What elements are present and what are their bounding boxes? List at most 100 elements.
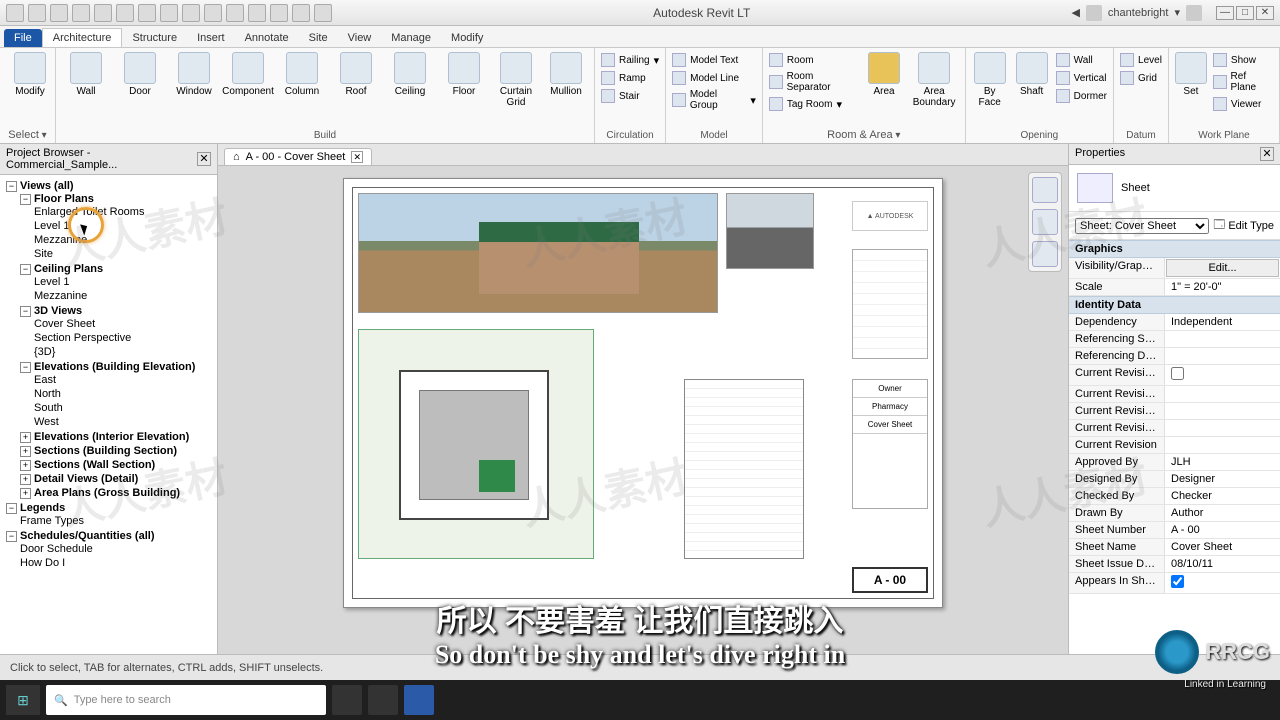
opening-vertical-button[interactable]: Vertical bbox=[1056, 70, 1107, 86]
viewer-button[interactable]: Viewer bbox=[1213, 96, 1273, 112]
tree-sections-wall[interactable]: +Sections (Wall Section) bbox=[20, 458, 215, 472]
qat-dimension-icon[interactable] bbox=[160, 4, 178, 22]
menu-view[interactable]: View bbox=[338, 29, 382, 47]
window-button[interactable]: Window bbox=[170, 52, 218, 97]
mullion-button[interactable]: Mullion bbox=[544, 52, 588, 97]
tree-legends[interactable]: −Legends Frame Types bbox=[6, 501, 215, 529]
prop-row[interactable]: Referencing Det... bbox=[1069, 348, 1280, 365]
tree-item[interactable]: Frame Types bbox=[20, 514, 215, 528]
qat-save-icon[interactable] bbox=[50, 4, 68, 22]
opening-wall-button[interactable]: Wall bbox=[1056, 52, 1107, 68]
tree-item[interactable]: South bbox=[34, 401, 215, 415]
qat-text-icon[interactable] bbox=[204, 4, 222, 22]
close-button[interactable]: ✕ bbox=[1256, 6, 1274, 20]
menu-architecture[interactable]: Architecture bbox=[42, 28, 123, 47]
user-name[interactable]: chantebright bbox=[1108, 7, 1169, 19]
nav-wheel-icon[interactable] bbox=[1032, 177, 1058, 203]
tree-item[interactable]: How Do I bbox=[20, 556, 215, 570]
prop-row[interactable]: Current Revisio... bbox=[1069, 403, 1280, 420]
qat-3d-icon[interactable] bbox=[226, 4, 244, 22]
menu-insert[interactable]: Insert bbox=[187, 29, 235, 47]
menu-modify[interactable]: Modify bbox=[441, 29, 493, 47]
qat-open-icon[interactable] bbox=[28, 4, 46, 22]
prop-row[interactable]: Sheet NameCover Sheet bbox=[1069, 539, 1280, 556]
prop-row[interactable]: Visibility/Graphi...Edit... bbox=[1069, 258, 1280, 279]
menu-site[interactable]: Site bbox=[299, 29, 338, 47]
instance-selector[interactable]: Sheet: Cover Sheet bbox=[1075, 218, 1209, 234]
stair-button[interactable]: Stair bbox=[601, 88, 659, 104]
tree-item[interactable]: Door Schedule bbox=[20, 542, 215, 556]
tag-room-button[interactable]: Tag Room ▾ bbox=[769, 96, 859, 112]
prop-row[interactable]: Appears In Shee... bbox=[1069, 573, 1280, 594]
infocenter-arrow-icon[interactable]: ◀ bbox=[1071, 6, 1079, 19]
nav-zoom-icon[interactable] bbox=[1032, 241, 1058, 267]
user-dropdown-icon[interactable]: ▾ bbox=[1174, 6, 1180, 19]
menu-manage[interactable]: Manage bbox=[381, 29, 441, 47]
qat-tag-icon[interactable] bbox=[182, 4, 200, 22]
edit-type-button[interactable]: 🗔Edit Type bbox=[1213, 216, 1274, 235]
task-view-icon[interactable] bbox=[332, 685, 362, 715]
set-button[interactable]: Set bbox=[1175, 52, 1207, 97]
maximize-button[interactable]: □ bbox=[1236, 6, 1254, 20]
qat-switch-icon[interactable] bbox=[314, 4, 332, 22]
tree-item[interactable]: Site bbox=[34, 247, 215, 261]
prop-row[interactable]: Scale1" = 20'-0" bbox=[1069, 279, 1280, 296]
qat-app-icon[interactable] bbox=[6, 4, 24, 22]
properties-grid[interactable]: Graphics Visibility/Graphi...Edit... Sca… bbox=[1069, 240, 1280, 654]
qat-close-hidden-icon[interactable] bbox=[292, 4, 310, 22]
prop-row[interactable]: Current Revisio... bbox=[1069, 365, 1280, 386]
room-button[interactable]: Room bbox=[769, 52, 859, 68]
show-button[interactable]: Show bbox=[1213, 52, 1273, 68]
shaft-button[interactable]: Shaft bbox=[1014, 52, 1050, 97]
tree-item[interactable]: Level 1 bbox=[34, 219, 215, 233]
model-line-button[interactable]: Model Line bbox=[672, 70, 756, 86]
prop-row[interactable]: Referencing Sh... bbox=[1069, 331, 1280, 348]
ceiling-button[interactable]: Ceiling bbox=[386, 52, 434, 97]
floor-button[interactable]: Floor bbox=[440, 52, 488, 97]
model-group-button[interactable]: Model Group ▾ bbox=[672, 88, 756, 112]
tree-item[interactable]: Level 1 bbox=[34, 275, 215, 289]
help-icon[interactable] bbox=[1186, 5, 1202, 21]
document-tab-close-icon[interactable]: ✕ bbox=[351, 151, 363, 163]
menu-file[interactable]: File bbox=[4, 29, 42, 47]
qat-thinlines-icon[interactable] bbox=[270, 4, 288, 22]
prop-row[interactable]: Sheet NumberA - 00 bbox=[1069, 522, 1280, 539]
properties-close-icon[interactable]: ✕ bbox=[1260, 147, 1274, 161]
taskbar-app-icon[interactable] bbox=[368, 685, 398, 715]
tree-item[interactable]: Cover Sheet bbox=[34, 317, 215, 331]
tree-floor-plans[interactable]: −Floor Plans Enlarged Toilet Rooms Level… bbox=[20, 192, 215, 262]
prop-row[interactable]: Drawn ByAuthor bbox=[1069, 505, 1280, 522]
tree-ceiling-plans[interactable]: −Ceiling Plans Level 1 Mezzanine bbox=[20, 262, 215, 304]
tree-item[interactable]: East bbox=[34, 373, 215, 387]
level-button[interactable]: Level bbox=[1120, 52, 1162, 68]
grid-button[interactable]: Grid bbox=[1120, 70, 1162, 86]
revision-checkbox[interactable] bbox=[1171, 367, 1184, 380]
menu-annotate[interactable]: Annotate bbox=[235, 29, 299, 47]
prop-row[interactable]: Current Revisio... bbox=[1069, 420, 1280, 437]
component-button[interactable]: Component bbox=[224, 52, 272, 97]
qat-undo-icon[interactable] bbox=[72, 4, 90, 22]
roof-button[interactable]: Roof bbox=[332, 52, 380, 97]
minimize-button[interactable]: — bbox=[1216, 6, 1234, 20]
edit-vis-button[interactable]: Edit... bbox=[1166, 259, 1279, 277]
modify-button[interactable]: Modify bbox=[6, 52, 54, 97]
tree-item[interactable]: Mezzanine bbox=[34, 289, 215, 303]
project-browser-tree[interactable]: −Views (all) −Floor Plans Enlarged Toile… bbox=[0, 175, 217, 654]
drawing-canvas[interactable]: ▲ AUTODESK Owner Pharmacy Cover Sheet A … bbox=[218, 166, 1068, 654]
tree-3d-views[interactable]: −3D Views Cover Sheet Section Perspectiv… bbox=[20, 304, 215, 360]
tree-detail-views[interactable]: +Detail Views (Detail) bbox=[20, 472, 215, 486]
curtain-grid-button[interactable]: Curtain Grid bbox=[494, 52, 538, 108]
by-face-button[interactable]: By Face bbox=[972, 52, 1008, 108]
user-icon[interactable] bbox=[1086, 5, 1102, 21]
door-button[interactable]: Door bbox=[116, 52, 164, 97]
tree-item[interactable]: Section Perspective bbox=[34, 331, 215, 345]
start-button[interactable]: ⊞ bbox=[6, 685, 40, 715]
document-tab[interactable]: ⌂ A - 00 - Cover Sheet ✕ bbox=[224, 148, 372, 165]
prop-row[interactable]: Designed ByDesigner bbox=[1069, 471, 1280, 488]
qat-redo-icon[interactable] bbox=[94, 4, 112, 22]
ref-plane-button[interactable]: Ref Plane bbox=[1213, 70, 1273, 94]
taskbar-search[interactable]: 🔍 Type here to search bbox=[46, 685, 326, 715]
tree-root[interactable]: −Views (all) −Floor Plans Enlarged Toile… bbox=[6, 179, 215, 501]
tree-item[interactable]: West bbox=[34, 415, 215, 429]
tree-item[interactable]: Enlarged Toilet Rooms bbox=[34, 205, 215, 219]
